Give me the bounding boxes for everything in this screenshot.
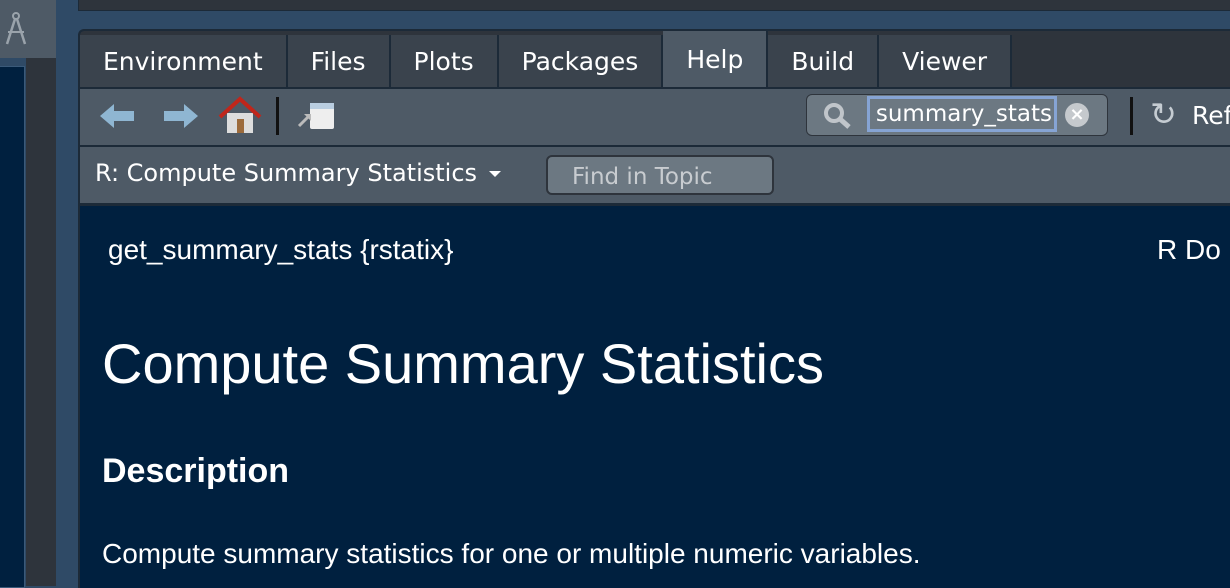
pane-tabs: Environment Files Plots Packages Help Bu… <box>80 31 1230 87</box>
chevron-down-icon <box>489 171 502 177</box>
page-title: Compute Summary Statistics <box>102 332 824 395</box>
left-pane-content <box>0 66 25 588</box>
tab-environment[interactable]: Environment <box>80 35 288 87</box>
left-pane-header <box>0 0 56 58</box>
tab-help[interactable]: Help <box>663 31 769 87</box>
refresh-label[interactable]: Ref <box>1192 101 1230 130</box>
toolbar-separator <box>1130 97 1133 135</box>
compass-icon[interactable] <box>4 12 28 46</box>
help-search-input[interactable]: summary_stats <box>867 96 1057 132</box>
topic-dropdown[interactable]: R: Compute Summary Statistics <box>95 159 502 187</box>
topic-label: R: Compute Summary Statistics <box>95 159 478 187</box>
tab-viewer[interactable]: Viewer <box>879 35 1013 87</box>
description-text: Compute summary statistics for one or mu… <box>102 538 921 569</box>
back-arrow-icon[interactable] <box>98 101 136 131</box>
help-pane: Environment Files Plots Packages Help Bu… <box>78 29 1230 588</box>
tab-packages[interactable]: Packages <box>498 35 664 87</box>
tab-plots[interactable]: Plots <box>390 35 499 87</box>
help-toolbar: summary_stats × ↻ Ref <box>80 87 1230 147</box>
clear-search-icon[interactable]: × <box>1065 103 1089 127</box>
top-pane-edge <box>78 0 1230 11</box>
find-in-topic-input[interactable]: Find in Topic <box>546 155 774 195</box>
left-pane-strip <box>26 58 56 586</box>
refresh-icon[interactable]: ↻ <box>1150 95 1177 133</box>
tab-build[interactable]: Build <box>768 35 880 87</box>
section-heading: Description <box>102 452 290 490</box>
tab-files[interactable]: Files <box>287 35 391 87</box>
r-documentation-label: R Do <box>1157 234 1221 265</box>
help-search-box: summary_stats × <box>806 94 1108 136</box>
topic-package: get_summary_stats {rstatix} <box>108 234 454 265</box>
popout-icon[interactable] <box>296 101 336 133</box>
forward-arrow-icon[interactable] <box>162 101 200 131</box>
toolbar-separator <box>276 97 279 135</box>
home-icon[interactable] <box>218 95 262 135</box>
search-icon <box>824 103 851 129</box>
topic-bar: R: Compute Summary Statistics Find in To… <box>80 147 1230 206</box>
